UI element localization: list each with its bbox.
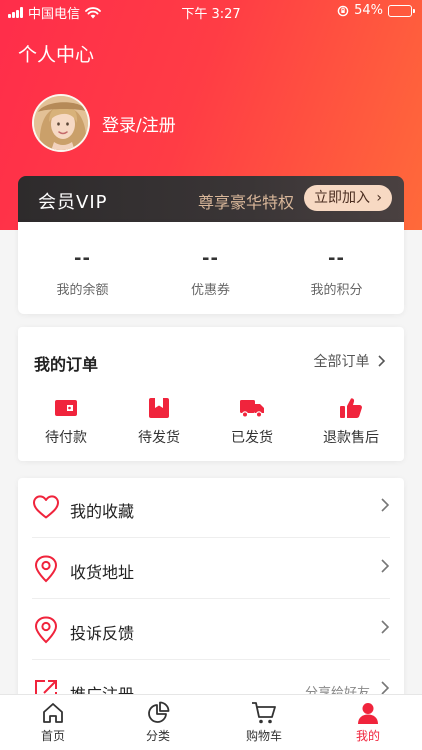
vip-title: 会员VIP <box>38 192 108 213</box>
user-icon <box>358 703 378 724</box>
box-icon <box>149 398 169 418</box>
asset-label: 我的余额 <box>56 283 109 298</box>
tab-category[interactable]: 分类 <box>118 701 198 744</box>
menu-item-feedback[interactable]: 投诉反馈 <box>32 600 390 660</box>
asset-balance[interactable]: -- 我的余额 <box>18 222 147 298</box>
orientation-lock-icon <box>337 5 349 16</box>
chevron-right-icon <box>381 559 390 573</box>
assets-card: -- 我的余额 -- 优惠券 -- 我的积分 <box>18 222 404 314</box>
asset-label: 我的积分 <box>310 283 363 298</box>
battery-percent: 54% <box>354 3 383 18</box>
chevron-right-icon <box>381 620 390 634</box>
asset-value: -- <box>328 248 345 269</box>
tab-label: 首页 <box>40 729 65 743</box>
all-orders-link[interactable]: 全部订单 <box>314 351 386 371</box>
menu-item-label: 投诉反馈 <box>70 624 135 643</box>
chevron-right-icon: › <box>376 190 382 206</box>
status-bar: 中国电信 下午 3:27 54% <box>0 0 422 22</box>
location-pin-icon <box>34 616 58 644</box>
cart-icon <box>252 702 276 724</box>
pie-chart-icon <box>148 701 170 723</box>
menu-item-address[interactable]: 收货地址 <box>32 539 390 599</box>
orders-card: 我的订单 全部订单 待付款 待发货 已发货 退款售后 <box>18 327 404 461</box>
vip-join-button[interactable]: 立即加入 › <box>304 185 392 211</box>
wallet-icon <box>55 400 77 416</box>
asset-label: 优惠券 <box>190 283 230 298</box>
tab-home[interactable]: 首页 <box>13 701 93 744</box>
vip-banner[interactable]: 会员VIP 尊享豪华特权 立即加入 › <box>18 176 404 222</box>
order-refund-aftersale[interactable]: 退款售后 <box>303 397 399 447</box>
tab-label: 我的 <box>355 729 380 743</box>
truck-icon <box>240 400 264 418</box>
menu-item-favorites[interactable]: 我的收藏 <box>32 478 390 538</box>
vip-subtitle: 尊享豪华特权 <box>198 193 295 212</box>
login-register-link[interactable]: 登录/注册 <box>102 111 176 136</box>
thumbs-up-icon <box>340 398 362 418</box>
orders-title: 我的订单 <box>34 355 99 374</box>
order-label: 待付款 <box>45 430 87 446</box>
menu-item-label: 收货地址 <box>70 563 135 582</box>
order-label: 待发货 <box>138 430 180 446</box>
asset-value: -- <box>202 248 219 269</box>
order-label: 退款售后 <box>323 430 379 446</box>
order-pending-shipment[interactable]: 待发货 <box>111 397 207 447</box>
tab-mine[interactable]: 我的 <box>328 701 408 744</box>
order-pending-payment[interactable]: 待付款 <box>18 397 114 447</box>
menu-item-label: 我的收藏 <box>70 502 135 521</box>
menu-list: 我的收藏 收货地址 投诉反馈 推广注册 分享给好友 <box>18 478 404 708</box>
battery-icon <box>388 4 415 17</box>
status-right: 54% <box>337 3 415 18</box>
chevron-right-icon <box>381 498 390 512</box>
page-title: 个人中心 <box>18 44 95 66</box>
chevron-right-icon <box>378 355 386 367</box>
all-orders-label: 全部订单 <box>313 354 370 370</box>
asset-coupons[interactable]: -- 优惠券 <box>146 222 275 298</box>
tab-label: 分类 <box>145 729 170 743</box>
order-shipped[interactable]: 已发货 <box>204 397 300 447</box>
heart-icon <box>33 495 59 519</box>
bottom-tab-bar: 首页 分类 购物车 我的 <box>0 694 422 750</box>
tab-label: 购物车 <box>245 729 282 743</box>
order-label: 已发货 <box>231 430 273 446</box>
vip-join-label: 立即加入 <box>314 190 370 206</box>
avatar[interactable] <box>32 94 90 152</box>
asset-value: -- <box>74 248 91 269</box>
home-icon <box>43 703 63 723</box>
asset-points[interactable]: -- 我的积分 <box>272 222 401 298</box>
location-pin-icon <box>34 555 58 583</box>
tab-cart[interactable]: 购物车 <box>224 701 304 744</box>
